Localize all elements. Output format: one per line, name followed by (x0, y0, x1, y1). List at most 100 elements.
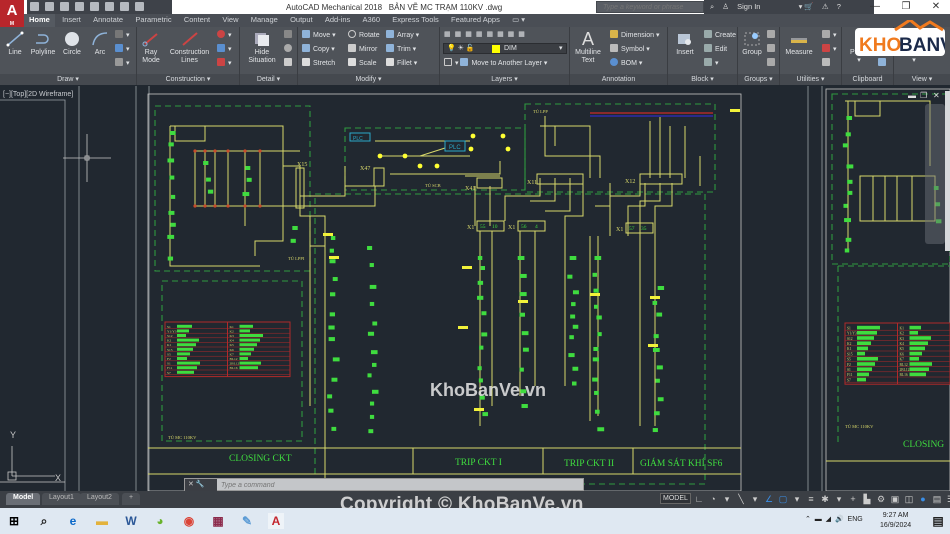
construction-more-1[interactable]: ▾ (217, 30, 232, 41)
sign-in-link[interactable]: Sign In (737, 2, 760, 11)
layer-tools-row[interactable]: ▦▦▦▦▦▦▦▦ (444, 30, 529, 40)
draw-more-2[interactable]: ▾ (115, 44, 130, 55)
new-icon[interactable] (30, 2, 39, 11)
quick-select-button[interactable]: ▾ (822, 44, 837, 55)
drawing-viewport[interactable]: [−][Top][2D Wireframe] Y X PLC PLC X15 X… (0, 86, 950, 491)
clipboard-panel-label[interactable]: Clipboard (842, 74, 893, 85)
workspace-icon[interactable]: ⚙ (876, 494, 886, 504)
vp-close-icon[interactable]: ✕ (933, 91, 940, 100)
windows-start-icon[interactable]: ⊞ (6, 513, 22, 529)
move-button[interactable]: Move ▾ (302, 30, 336, 41)
print-icon[interactable] (90, 2, 99, 11)
vertical-scrollbar[interactable] (945, 91, 950, 251)
tab-model[interactable]: Model (6, 493, 41, 505)
restore-button[interactable]: ❐ (896, 1, 916, 12)
tray-overflow-icon[interactable]: ⌃ (805, 516, 811, 523)
close-button[interactable]: ✕ (926, 1, 946, 12)
language-indicator[interactable]: ENG (848, 516, 863, 523)
draw-more-1[interactable]: ▾ (115, 30, 130, 41)
save-icon[interactable] (60, 2, 69, 11)
layers-panel-label[interactable]: Layers ▾ (440, 74, 569, 85)
detail-tool-3[interactable] (284, 58, 295, 69)
ribbon-toggle-icon[interactable]: ▭ ▾ (507, 14, 530, 27)
chevron-down-icon[interactable]: ▾ (722, 494, 732, 504)
navigation-bar[interactable] (925, 104, 945, 244)
lineweight-icon[interactable]: ≡ (806, 494, 816, 504)
ray-mode-button[interactable]: Ray Mode (139, 31, 163, 65)
isolate-icon[interactable]: ◫ (904, 494, 914, 504)
insert-block-button[interactable]: Insert (671, 31, 699, 57)
word-icon[interactable]: W (123, 513, 139, 529)
search-icon[interactable]: ⌕ (36, 513, 52, 529)
plus-icon[interactable]: + (848, 494, 858, 504)
draw-panel-label[interactable]: Draw ▾ (0, 74, 136, 85)
view-panel-label[interactable]: View ▾ (894, 74, 950, 85)
paint-icon[interactable]: ✎ (239, 513, 255, 529)
tab-express-tools[interactable]: Express Tools (387, 14, 444, 27)
block-attr-button[interactable]: ▾ (704, 58, 719, 69)
undo-icon[interactable] (105, 2, 114, 11)
tab-annotate[interactable]: Annotate (88, 14, 128, 27)
construction-panel-label[interactable]: Construction ▾ (137, 74, 239, 85)
tab-home[interactable]: Home (24, 14, 55, 27)
copy-button[interactable]: Copy ▾ (302, 44, 335, 55)
detail-tool-2[interactable] (284, 44, 295, 55)
exchange-icon[interactable]: ⚠ (822, 2, 829, 11)
battery-icon[interactable]: ▬ (815, 516, 822, 523)
close-command-icon[interactable]: ✕ (188, 481, 194, 488)
group-select-button[interactable] (767, 58, 778, 69)
array-button[interactable]: Array ▾ (386, 30, 419, 41)
tab-layout1[interactable]: Layout1 (42, 493, 81, 505)
application-menu-button[interactable]: AM (0, 0, 24, 28)
tab-a360[interactable]: A360 (357, 14, 385, 27)
hide-situation-button[interactable]: Hide Situation (243, 31, 281, 65)
cart-icon[interactable]: ▾ 🛒 (799, 2, 814, 11)
circle-button[interactable]: Circle (60, 31, 84, 57)
chevron-down-icon[interactable]: ▾ (750, 494, 760, 504)
open-icon[interactable] (45, 2, 54, 11)
wrench-icon[interactable]: 🔧 (196, 481, 205, 488)
calculator-button[interactable] (822, 58, 833, 69)
customization-icon[interactable]: ☰ (946, 494, 950, 504)
help-search-input[interactable] (596, 1, 704, 13)
layer-dropdown[interactable]: 💡 ☀ 🔓 DIM ▾ (443, 43, 567, 54)
dimension-button[interactable]: Dimension ▾ (610, 30, 660, 41)
chrome-icon[interactable]: ◉ (181, 513, 197, 529)
group-edit-button[interactable] (767, 44, 778, 55)
tab-manage[interactable]: Manage (246, 14, 283, 27)
bom-button[interactable]: BOM ▾ (610, 58, 642, 69)
tab-add-ins[interactable]: Add-ins (320, 14, 355, 27)
tab-layout2[interactable]: Layout2 (80, 493, 119, 505)
point-style-button[interactable]: ▾ (822, 30, 837, 41)
fillet-button[interactable]: Fillet ▾ (386, 58, 417, 69)
edge-icon[interactable]: e (65, 513, 81, 529)
detail-panel-label[interactable]: Detail ▾ (240, 74, 297, 85)
help-icon[interactable]: ? (837, 2, 841, 11)
wifi-icon[interactable]: ◢ (826, 516, 831, 523)
minimize-button[interactable]: — (865, 1, 885, 12)
block-panel-label[interactable]: Block ▾ (668, 74, 737, 85)
utilities-panel-label[interactable]: Utilities ▾ (780, 74, 841, 85)
volume-icon[interactable]: 🔊 (835, 516, 844, 523)
osnap-icon[interactable]: ╲ (736, 494, 746, 504)
dynamic-input-icon[interactable]: ▢ (778, 494, 788, 504)
command-input[interactable] (221, 480, 581, 490)
redo-icon[interactable] (120, 2, 129, 11)
move-to-layer-button[interactable]: ▾ Move to Another Layer ▾ (444, 58, 547, 69)
construction-more-3[interactable]: ▾ (217, 58, 232, 69)
measure-button[interactable]: Measure (782, 31, 816, 57)
vp-restore-icon[interactable]: ❐ (920, 91, 927, 100)
winrar-icon[interactable]: ▦ (210, 513, 226, 529)
symbol-button[interactable]: Symbol ▾ (610, 44, 650, 55)
autocad-taskbar-icon[interactable]: A (268, 513, 284, 529)
hardware-accel-icon[interactable]: ● (918, 494, 928, 504)
scale-button[interactable]: Scale (348, 58, 377, 69)
trim-button[interactable]: Trim ▾ (386, 44, 416, 55)
arc-button[interactable]: Arc (88, 31, 112, 57)
line-button[interactable]: Line (3, 31, 27, 57)
polar-icon[interactable]: ◔ (708, 494, 718, 504)
polyline-button[interactable]: Polyline (28, 31, 58, 57)
mirror-button[interactable]: Mirror (348, 44, 377, 55)
gear-icon[interactable]: ✱ (820, 494, 830, 504)
group-button[interactable]: Group (740, 31, 764, 57)
